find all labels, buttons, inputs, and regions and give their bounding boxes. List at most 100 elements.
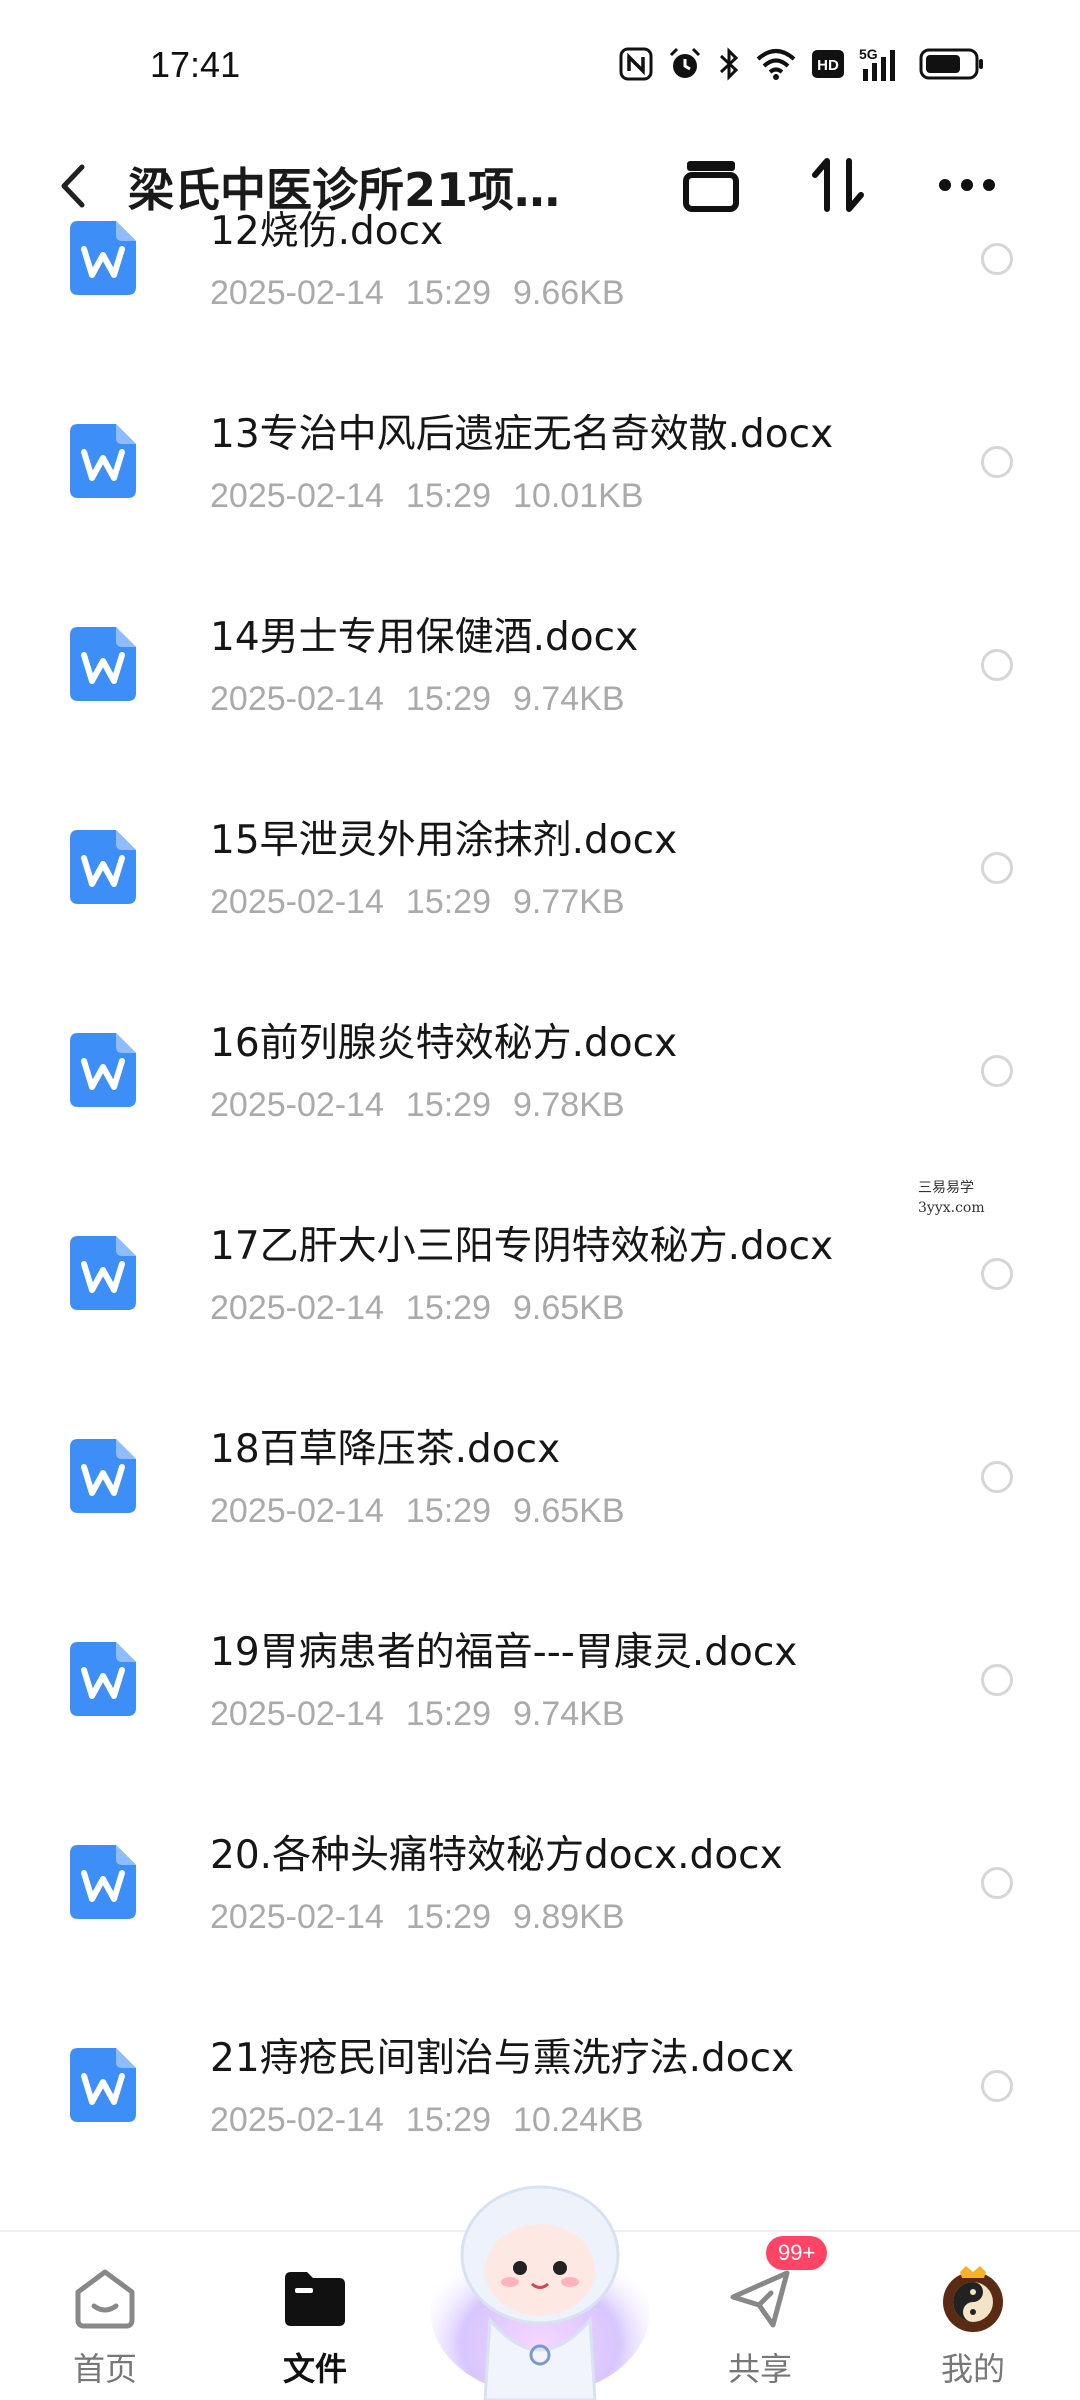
file-meta: 2025-02-14 15:29 9.66KB bbox=[210, 274, 647, 313]
nav-share-label: 共享 bbox=[727, 2350, 792, 2388]
file-meta: 2025-02-14 15:29 9.89KB bbox=[210, 1898, 647, 1937]
word-doc-icon bbox=[70, 424, 136, 498]
file-date: 2025-02-14 bbox=[210, 274, 384, 312]
file-time: 15:29 bbox=[405, 1086, 492, 1124]
folder-icon bbox=[280, 2264, 350, 2334]
file-size: 9.74KB bbox=[513, 680, 625, 718]
select-radio[interactable] bbox=[981, 2070, 1013, 2102]
file-row[interactable]: 21痔疮民间割治与熏洗疗法.docx 2025-02-14 15:29 10.24KB bbox=[0, 1985, 1080, 2188]
bluetooth-icon bbox=[717, 46, 741, 82]
file-time: 15:29 bbox=[405, 477, 492, 515]
file-row[interactable]: 12烧伤.docx 2025-02-14 15:29 9.66KB bbox=[0, 158, 1080, 361]
file-name: 15早泄灵外用涂抹剂.docx bbox=[210, 818, 678, 863]
select-radio[interactable] bbox=[981, 1664, 1013, 1696]
file-date: 2025-02-14 bbox=[210, 1289, 384, 1327]
file-size: 10.01KB bbox=[513, 477, 644, 515]
nav-files[interactable]: 文件 bbox=[245, 2232, 385, 2400]
file-row[interactable]: 18百草降压茶.docx 2025-02-14 15:29 9.65KB bbox=[0, 1376, 1080, 1579]
alarm-icon bbox=[667, 46, 703, 82]
file-row[interactable]: 13专治中风后遗症无名奇效散.docx 2025-02-14 15:29 10.01K… bbox=[0, 361, 1080, 564]
file-name: 13专治中风后遗症无名奇效散.docx bbox=[210, 412, 834, 457]
file-time: 15:29 bbox=[405, 680, 492, 718]
file-row[interactable]: 20.各种头痛特效秘方docx.docx 2025-02-14 15:29 9.89K… bbox=[0, 1782, 1080, 1985]
file-date: 2025-02-14 bbox=[210, 1898, 384, 1936]
word-doc-icon bbox=[70, 1439, 136, 1513]
file-name: 12烧伤.docx bbox=[210, 209, 444, 254]
assistant-mascot-button[interactable] bbox=[420, 2160, 660, 2400]
nfc-icon bbox=[619, 47, 653, 81]
nav-home[interactable]: 首页 bbox=[35, 2232, 175, 2400]
file-meta: 2025-02-14 15:29 9.65KB bbox=[210, 1289, 647, 1328]
select-radio[interactable] bbox=[981, 852, 1013, 884]
file-row[interactable]: 19胃病患者的福音---胃康灵.docx 2025-02-14 15:29 9.74K… bbox=[0, 1579, 1080, 1782]
file-date: 2025-02-14 bbox=[210, 1695, 384, 1733]
file-meta: 2025-02-14 15:29 9.77KB bbox=[210, 883, 647, 922]
nav-files-label: 文件 bbox=[282, 2350, 347, 2388]
file-date: 2025-02-14 bbox=[210, 2101, 384, 2139]
word-doc-icon bbox=[70, 627, 136, 701]
status-icons: HD 5G bbox=[619, 42, 985, 86]
file-name: 21痔疮民间割治与熏洗疗法.docx bbox=[210, 2036, 795, 2081]
file-size: 9.89KB bbox=[513, 1898, 625, 1936]
status-bar: 17:41 HD 5G bbox=[0, 0, 1080, 130]
file-size: 10.24KB bbox=[513, 2101, 644, 2139]
word-doc-icon bbox=[70, 1642, 136, 1716]
nav-share[interactable]: 99+ 共享 bbox=[690, 2232, 830, 2400]
file-name: 17乙肝大小三阳专阴特效秘方.docx bbox=[210, 1224, 834, 1269]
word-doc-icon bbox=[70, 830, 136, 904]
select-radio[interactable] bbox=[981, 1867, 1013, 1899]
assistant-mascot-icon bbox=[430, 2185, 650, 2400]
nav-mine-label: 我的 bbox=[940, 2350, 1005, 2388]
file-time: 15:29 bbox=[405, 883, 492, 921]
file-row[interactable]: 16前列腺炎特效秘方.docx 2025-02-14 15:29 9.78KB bbox=[0, 970, 1080, 1173]
select-radio[interactable] bbox=[981, 446, 1013, 478]
file-row[interactable]: 15早泄灵外用涂抹剂.docx 2025-02-14 15:29 9.77KB bbox=[0, 767, 1080, 970]
file-name: 18百草降压茶.docx bbox=[210, 1427, 561, 1472]
select-radio[interactable] bbox=[981, 243, 1013, 275]
file-meta: 2025-02-14 15:29 9.74KB bbox=[210, 1695, 647, 1734]
hd-icon: HD bbox=[811, 49, 845, 79]
file-date: 2025-02-14 bbox=[210, 1086, 384, 1124]
word-doc-icon bbox=[70, 1845, 136, 1919]
share-badge: 99+ bbox=[766, 2236, 828, 2270]
file-size: 9.74KB bbox=[513, 1695, 625, 1733]
signal-5g-icon: 5G bbox=[859, 45, 905, 83]
nav-mine[interactable]: 我的 bbox=[903, 2232, 1043, 2400]
select-radio[interactable] bbox=[981, 649, 1013, 681]
svg-text:HD: HD bbox=[817, 57, 839, 74]
file-time: 15:29 bbox=[405, 1695, 492, 1733]
file-row[interactable]: 14男士专用保健酒.docx 2025-02-14 15:29 9.74KB bbox=[0, 564, 1080, 767]
file-date: 2025-02-14 bbox=[210, 1492, 384, 1530]
file-name: 20.各种头痛特效秘方docx.docx bbox=[210, 1833, 783, 1878]
file-time: 15:29 bbox=[405, 1492, 492, 1530]
word-doc-icon bbox=[70, 1236, 136, 1310]
file-size: 9.65KB bbox=[513, 1289, 625, 1327]
file-time: 15:29 bbox=[405, 274, 492, 312]
file-name: 19胃病患者的福音---胃康灵.docx bbox=[210, 1630, 798, 1675]
file-time: 15:29 bbox=[405, 1289, 492, 1327]
file-meta: 2025-02-14 15:29 9.74KB bbox=[210, 680, 647, 719]
select-radio[interactable] bbox=[981, 1055, 1013, 1087]
select-radio[interactable] bbox=[981, 1461, 1013, 1493]
watermark-line1: 三易易学 bbox=[918, 1180, 974, 1196]
file-date: 2025-02-14 bbox=[210, 883, 384, 921]
status-time: 17:41 bbox=[150, 44, 241, 85]
file-date: 2025-02-14 bbox=[210, 477, 384, 515]
word-doc-icon bbox=[70, 2048, 136, 2122]
file-name: 14男士专用保健酒.docx bbox=[210, 615, 639, 660]
file-name: 16前列腺炎特效秘方.docx bbox=[210, 1021, 678, 1066]
nav-home-label: 首页 bbox=[72, 2350, 137, 2388]
file-size: 9.66KB bbox=[513, 274, 625, 312]
send-icon bbox=[725, 2264, 795, 2334]
select-radio[interactable] bbox=[981, 1258, 1013, 1290]
file-time: 15:29 bbox=[405, 2101, 492, 2139]
home-icon bbox=[70, 2264, 140, 2334]
file-size: 9.65KB bbox=[513, 1492, 625, 1530]
file-date: 2025-02-14 bbox=[210, 680, 384, 718]
word-doc-icon bbox=[70, 221, 136, 295]
watermark: 三易易学 3yyx.com bbox=[918, 1178, 985, 1218]
file-time: 15:29 bbox=[405, 1898, 492, 1936]
word-doc-icon bbox=[70, 1033, 136, 1107]
avatar bbox=[938, 2264, 1008, 2334]
wifi-icon bbox=[755, 47, 797, 81]
